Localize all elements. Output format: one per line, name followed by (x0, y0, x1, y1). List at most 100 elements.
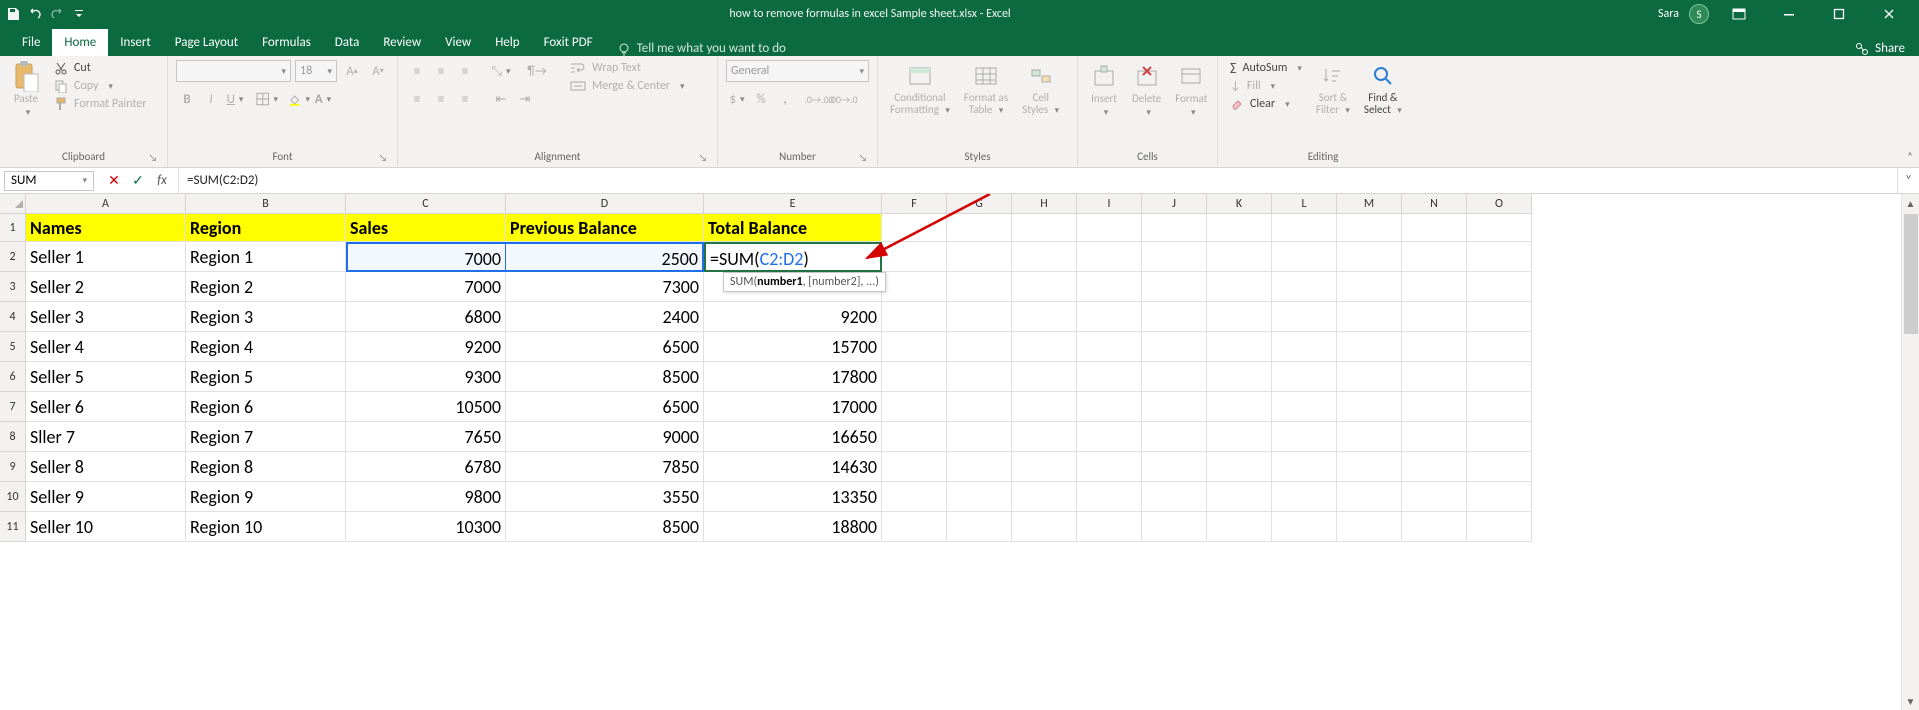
align-center-icon[interactable]: ≡ (430, 88, 452, 110)
find-select-button[interactable]: Find &Select ▾ (1360, 60, 1406, 118)
cell[interactable]: 13350 (704, 482, 882, 512)
tab-help[interactable]: Help (483, 29, 531, 56)
autosum-button[interactable]: ∑AutoSum▾ (1226, 60, 1306, 76)
tab-review[interactable]: Review (371, 29, 433, 56)
cell[interactable] (1467, 302, 1532, 332)
cell[interactable]: 9200 (346, 332, 506, 362)
delete-cells-button[interactable]: Delete▾ (1128, 60, 1165, 120)
cell[interactable]: 7000 (346, 272, 506, 302)
cell[interactable] (1337, 332, 1402, 362)
username-label[interactable]: Sara (1658, 7, 1679, 21)
dialog-launcher-icon[interactable]: ↘ (697, 151, 709, 163)
cell[interactable] (882, 214, 947, 242)
column-header[interactable]: I (1077, 194, 1142, 214)
cell[interactable] (1337, 214, 1402, 242)
tab-page-layout[interactable]: Page Layout (163, 29, 250, 56)
cell[interactable]: 9000 (506, 422, 704, 452)
column-header[interactable]: C (346, 194, 506, 214)
column-header[interactable]: A (26, 194, 186, 214)
tab-formulas[interactable]: Formulas (250, 29, 323, 56)
cell[interactable] (1467, 422, 1532, 452)
cell[interactable]: Region 9 (186, 482, 346, 512)
font-name-combo[interactable]: ▾ (176, 60, 291, 82)
clear-button[interactable]: Clear▾ (1226, 96, 1306, 112)
paste-button[interactable]: Paste ▾ (8, 60, 44, 120)
cell[interactable] (1337, 392, 1402, 422)
cell[interactable]: Previous Balance (506, 214, 704, 242)
fx-icon[interactable]: fx (152, 173, 172, 188)
cell[interactable] (882, 302, 947, 332)
scroll-thumb[interactable] (1904, 214, 1918, 334)
italic-icon[interactable]: I (200, 88, 222, 110)
increase-decimal-icon[interactable]: .0→.00 (808, 88, 830, 110)
cell[interactable] (1467, 392, 1532, 422)
cell[interactable] (1207, 452, 1272, 482)
cell[interactable] (1337, 272, 1402, 302)
cell[interactable]: 6500 (506, 392, 704, 422)
cell[interactable] (882, 512, 947, 542)
cell[interactable] (1012, 422, 1077, 452)
vertical-scrollbar[interactable]: ▲ ▼ (1901, 194, 1919, 710)
fill-color-icon[interactable]: ▾ (288, 88, 310, 110)
cell[interactable]: Region 5 (186, 362, 346, 392)
cell[interactable] (1012, 272, 1077, 302)
column-header[interactable]: N (1402, 194, 1467, 214)
tab-foxit[interactable]: Foxit PDF (532, 29, 605, 56)
cell[interactable]: 6500 (506, 332, 704, 362)
cell[interactable]: Region 10 (186, 512, 346, 542)
cell[interactable]: Seller 2 (26, 272, 186, 302)
row-header[interactable]: 6 (0, 362, 26, 392)
cut-button[interactable]: Cut (50, 60, 151, 76)
cell[interactable]: Region 4 (186, 332, 346, 362)
cell[interactable] (1207, 392, 1272, 422)
cell[interactable]: 2400 (506, 302, 704, 332)
cell[interactable]: 6780 (346, 452, 506, 482)
cell[interactable] (1467, 214, 1532, 242)
redo-icon[interactable] (50, 7, 64, 21)
column-header[interactable]: E (704, 194, 882, 214)
cell[interactable] (1207, 482, 1272, 512)
column-header[interactable]: M (1337, 194, 1402, 214)
cell[interactable] (1012, 242, 1077, 272)
align-middle-icon[interactable]: ≡ (430, 60, 452, 82)
cell[interactable] (1077, 392, 1142, 422)
cell[interactable] (947, 302, 1012, 332)
column-header[interactable]: K (1207, 194, 1272, 214)
cell[interactable]: Seller 4 (26, 332, 186, 362)
cell[interactable] (1077, 242, 1142, 272)
shrink-font-icon[interactable]: A▾ (367, 60, 389, 82)
dialog-launcher-icon[interactable]: ↘ (147, 151, 159, 163)
column-header[interactable]: L (1272, 194, 1337, 214)
cell[interactable] (1467, 482, 1532, 512)
cell[interactable] (1272, 452, 1337, 482)
cell[interactable] (947, 214, 1012, 242)
cell[interactable]: 16650 (704, 422, 882, 452)
sort-filter-button[interactable]: Sort &Filter ▾ (1312, 60, 1354, 118)
cell[interactable] (1142, 482, 1207, 512)
cell[interactable]: 14630 (704, 452, 882, 482)
bold-icon[interactable]: B (176, 88, 198, 110)
cell[interactable] (1077, 452, 1142, 482)
cell[interactable]: 7650 (346, 422, 506, 452)
cell[interactable] (1077, 332, 1142, 362)
cell[interactable]: 6800 (346, 302, 506, 332)
cell[interactable]: Names (26, 214, 186, 242)
cell[interactable] (1012, 452, 1077, 482)
cell[interactable] (1272, 272, 1337, 302)
cell[interactable] (882, 482, 947, 512)
cell[interactable]: =SUM(C2:D2) (704, 242, 882, 272)
undo-icon[interactable] (28, 7, 42, 21)
cell[interactable] (1012, 214, 1077, 242)
comma-icon[interactable]: , (774, 88, 796, 110)
font-color-icon[interactable]: A▾ (312, 88, 334, 110)
cell[interactable] (1337, 452, 1402, 482)
cell[interactable] (1272, 392, 1337, 422)
cell[interactable] (1207, 332, 1272, 362)
cell[interactable] (882, 422, 947, 452)
cell[interactable] (1142, 214, 1207, 242)
cell[interactable] (1012, 392, 1077, 422)
cell[interactable] (1142, 392, 1207, 422)
cell[interactable] (947, 242, 1012, 272)
row-header[interactable]: 2 (0, 242, 26, 272)
enter-icon[interactable]: ✓ (128, 172, 148, 189)
